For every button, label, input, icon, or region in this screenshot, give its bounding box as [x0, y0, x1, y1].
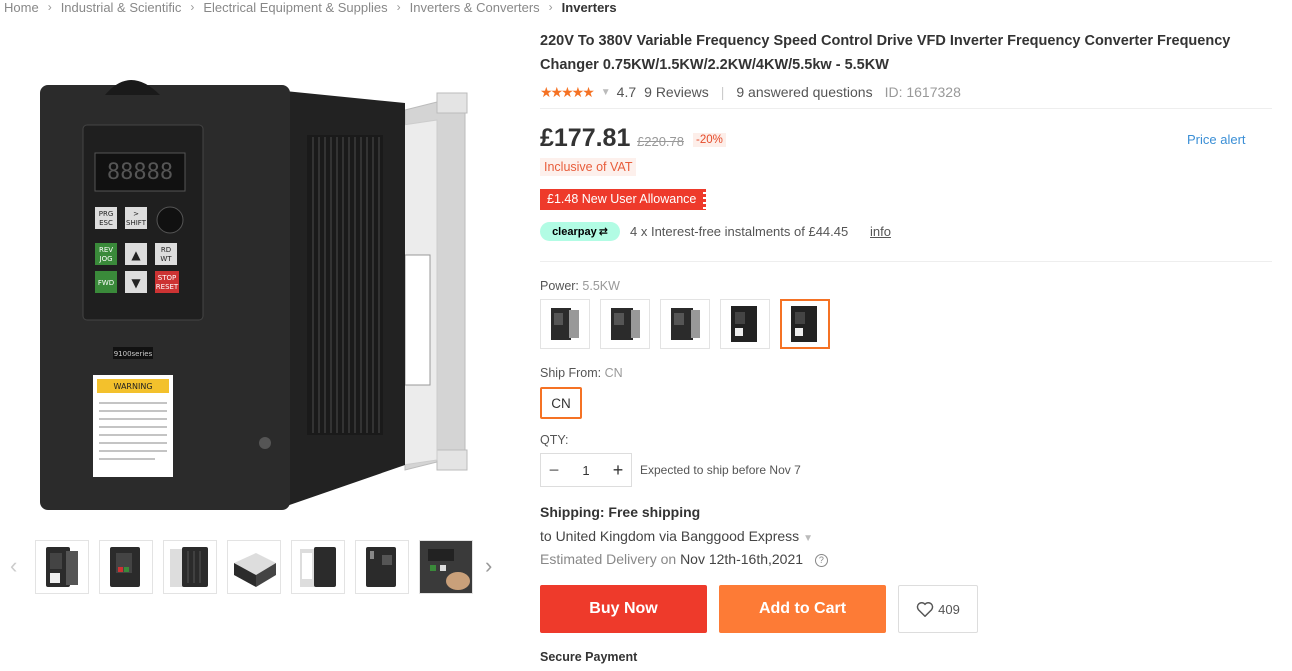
- breadcrumb-home[interactable]: Home: [4, 0, 39, 15]
- chevron-left-icon[interactable]: ‹: [10, 553, 17, 579]
- thumbnail-2[interactable]: [99, 540, 153, 594]
- delivery-label: Estimated Delivery on: [540, 551, 677, 567]
- clearpay-info-link[interactable]: info: [870, 224, 891, 239]
- panel-label-rd: RD: [161, 246, 171, 254]
- thumbnail-strip: ‹ ›: [0, 538, 520, 596]
- add-to-cart-button[interactable]: Add to Cart: [719, 585, 886, 633]
- answered-questions-link[interactable]: 9 answered questions: [736, 84, 872, 100]
- caret-down-icon[interactable]: ▼: [601, 87, 611, 98]
- divider: |: [720, 84, 725, 100]
- shipping-title: Shipping: Free shipping: [540, 504, 701, 520]
- wishlist-button[interactable]: 409: [898, 585, 978, 633]
- wishlist-count: 409: [938, 601, 960, 617]
- breadcrumb-industrial[interactable]: Industrial & Scientific: [61, 0, 182, 15]
- chevron-right-icon: ›: [396, 0, 401, 14]
- thumbnail-1[interactable]: [35, 540, 89, 594]
- current-price: £177.81: [540, 124, 631, 152]
- power-variant-2[interactable]: [600, 299, 650, 349]
- divider: [540, 108, 1272, 109]
- buy-now-button[interactable]: Buy Now: [540, 585, 707, 633]
- svg-text:88888: 88888: [107, 160, 173, 185]
- main-product-image[interactable]: 88888 PRG ESC > SHIFT REV JOG ▲ RD WT FW…: [25, 55, 485, 525]
- power-variant-3[interactable]: [660, 299, 710, 349]
- qty-label: QTY:: [540, 433, 569, 447]
- shipping-method-text: to United Kingdom via Banggood Express: [540, 528, 800, 544]
- clearpay-logo-text: clearpay: [552, 225, 597, 238]
- panel-label-shift: SHIFT: [126, 219, 147, 227]
- power-label-text: Power:: [540, 279, 579, 293]
- product-title: 220V To 380V Variable Frequency Speed Co…: [540, 33, 1231, 73]
- qty-plus-button[interactable]: +: [605, 460, 631, 481]
- divider: [540, 261, 1272, 262]
- power-variant-4[interactable]: [720, 299, 770, 349]
- expected-ship-date: Expected to ship before Nov 7: [640, 463, 801, 477]
- secure-payment-heading: Secure Payment: [540, 650, 638, 664]
- chevron-right-icon: ›: [548, 0, 553, 14]
- qty-minus-button[interactable]: −: [541, 460, 567, 481]
- power-label: Power: 5.5KW: [540, 279, 620, 293]
- reviews-link[interactable]: 9 Reviews: [644, 84, 709, 100]
- help-icon[interactable]: ?: [814, 554, 828, 567]
- product-id: ID: 1617328: [884, 84, 961, 100]
- panel-label-prg: PRG: [99, 210, 114, 218]
- thumbnail-5[interactable]: [291, 540, 345, 594]
- thumbnail-4[interactable]: [227, 540, 281, 594]
- chevron-right-icon: ›: [47, 0, 52, 14]
- ship-from-label: Ship From: CN: [540, 366, 623, 380]
- panel-label-wt: WT: [160, 255, 172, 263]
- qty-input[interactable]: 1: [567, 463, 605, 478]
- caret-down-icon[interactable]: ▼: [803, 533, 813, 544]
- breadcrumb-current: Inverters: [561, 0, 617, 15]
- panel-label-fwd: FWD: [98, 279, 114, 287]
- ship-from-value: CN: [604, 366, 623, 380]
- price-alert-link[interactable]: Price alert: [1187, 132, 1246, 147]
- breadcrumb-inverters-converters[interactable]: Inverters & Converters: [410, 0, 540, 15]
- rating-row: ★★★★★ ▼ 4.7 9 Reviews | 9 answered quest…: [540, 82, 961, 102]
- warning-label: WARNING: [113, 382, 152, 391]
- new-user-allowance-badge[interactable]: £1.48 New User Allowance: [540, 189, 707, 210]
- clearpay-logo: clearpay ⇄: [540, 222, 620, 241]
- discount-badge: -20%: [693, 133, 726, 147]
- panel-label-shift-arrow: >: [133, 210, 139, 218]
- svg-text:▲: ▲: [131, 248, 141, 262]
- panel-label-stop: STOP: [158, 274, 176, 282]
- panel-label-jog: JOG: [99, 255, 113, 263]
- thumbnail-6[interactable]: [355, 540, 409, 594]
- vat-label: Inclusive of VAT: [540, 158, 637, 176]
- clearpay-arrows-icon: ⇄: [598, 226, 608, 238]
- panel-label-reset: RESET: [156, 283, 179, 291]
- thumbnail-7[interactable]: [419, 540, 473, 594]
- chevron-right-icon: ›: [190, 0, 195, 14]
- rating-value: 4.7: [616, 84, 637, 100]
- quantity-stepper: − 1 +: [540, 453, 632, 487]
- estimated-delivery: Estimated Delivery on Nov 12th-16th,2021…: [540, 551, 828, 567]
- chevron-right-icon[interactable]: ›: [485, 553, 492, 579]
- panel-label-rev: REV: [99, 246, 113, 254]
- ship-from-option-cn[interactable]: CN: [540, 387, 582, 419]
- clearpay-instalments: 4 x Interest-free instalments of £44.45: [630, 224, 849, 239]
- power-variant-1[interactable]: [540, 299, 590, 349]
- original-price: £220.78: [637, 134, 684, 149]
- thumbnail-3[interactable]: [163, 540, 217, 594]
- power-variant-5[interactable]: [780, 299, 830, 349]
- breadcrumb: Home › Industrial & Scientific › Electri…: [4, 0, 617, 17]
- series-label: 9100series: [114, 350, 153, 358]
- delivery-date: Nov 12th-16th,2021: [680, 551, 804, 567]
- shipping-method[interactable]: to United Kingdom via Banggood Express ▼: [540, 528, 813, 544]
- ship-from-label-text: Ship From:: [540, 366, 602, 380]
- panel-label-esc: ESC: [99, 219, 113, 227]
- heart-icon: [916, 602, 934, 617]
- power-value: 5.5KW: [582, 279, 620, 293]
- svg-text:▼: ▼: [131, 276, 141, 290]
- star-rating-icon: ★★★★★: [540, 83, 595, 100]
- breadcrumb-electrical[interactable]: Electrical Equipment & Supplies: [203, 0, 387, 15]
